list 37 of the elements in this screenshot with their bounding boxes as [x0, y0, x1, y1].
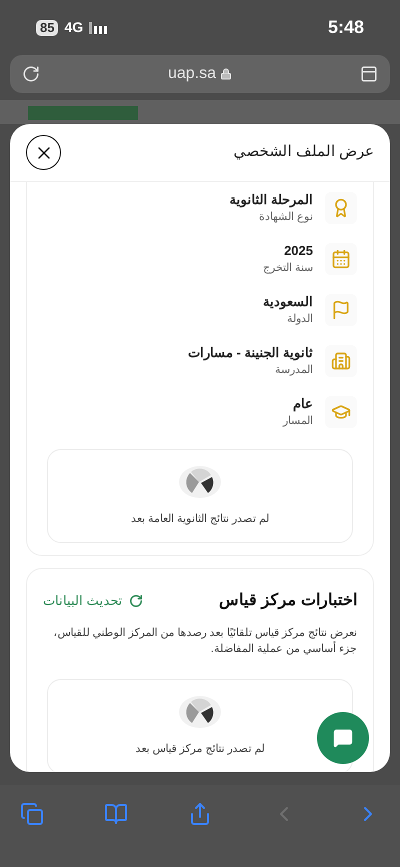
address-bar[interactable]: uap.sa [10, 55, 390, 93]
info-value: السعودية [263, 292, 313, 310]
info-label: المسار [283, 414, 313, 428]
reader-icon[interactable] [360, 65, 378, 83]
tabs-icon[interactable] [20, 802, 44, 826]
chat-icon [333, 728, 353, 748]
url-text: uap.sa [168, 64, 216, 84]
info-value: 2025 [283, 242, 313, 260]
refresh-icon [128, 594, 143, 608]
modal-title: عرض الملف الشخصي [234, 142, 374, 162]
info-label: نوع الشهادة [258, 210, 313, 224]
book-icon[interactable] [104, 802, 128, 826]
section-description: نعرض نتائج مركز قياس تلقائيًا بعد رصدها من المركز الوطني للقياس، جزء أساسي من عملية المفاضلة. [52, 626, 357, 657]
refresh-data-link[interactable]: تحديث البيانات [43, 591, 143, 611]
calendar-icon [331, 248, 351, 268]
info-label: المدرسة [274, 362, 313, 378]
section-title: اختبارات مركز قياس [219, 591, 357, 612]
network-type: 4G [64, 18, 84, 37]
close-button[interactable] [26, 135, 61, 170]
chat-button[interactable] [317, 712, 369, 764]
empty-message: لم تصدر نتائج الثانوية العامة بعد [130, 512, 270, 527]
empty-pie-illustration [178, 695, 222, 730]
info-value: المرحلة الثانوية [229, 190, 313, 208]
info-value: ثانوية الجنينة - مسارات [188, 344, 313, 362]
battery-level: 85 [36, 20, 58, 36]
info-label: سنة التخرج [262, 260, 313, 276]
clock-time: 5:48 [328, 16, 364, 39]
reload-icon[interactable] [22, 65, 40, 83]
building-icon [331, 350, 351, 370]
info-label: الدولة [286, 312, 313, 326]
lock-icon [220, 68, 232, 80]
empty-message: لم تصدر نتائج مركز قياس بعد [135, 742, 265, 758]
flag-icon [331, 300, 351, 320]
empty-pie-illustration [178, 464, 222, 499]
share-icon[interactable] [188, 802, 212, 826]
info-value: عام [292, 394, 313, 412]
signal-icon [89, 22, 108, 34]
